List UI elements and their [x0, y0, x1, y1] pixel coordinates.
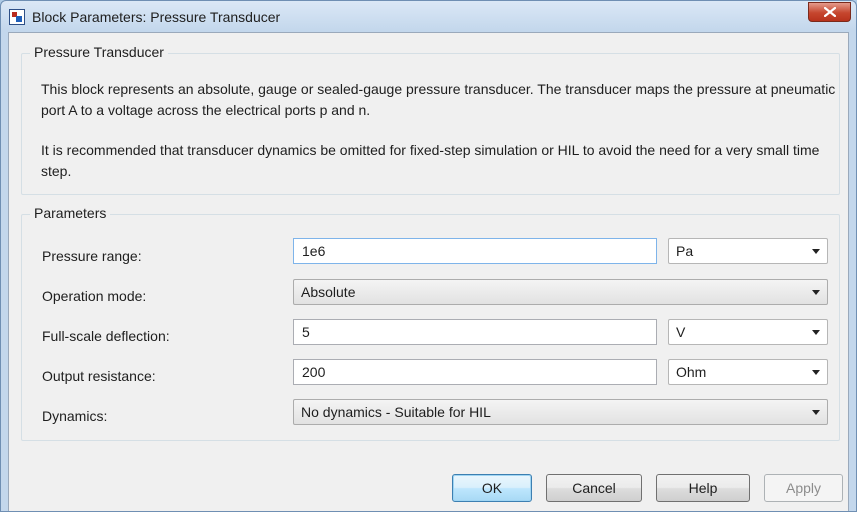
close-button[interactable]	[808, 2, 851, 22]
dynamics-value: No dynamics - Suitable for HIL	[301, 404, 491, 420]
description-legend: Pressure Transducer	[30, 44, 168, 60]
help-button[interactable]: Help	[656, 474, 750, 502]
chevron-down-icon	[812, 330, 820, 335]
pressure-range-unit-select[interactable]: Pa	[668, 238, 828, 264]
full-scale-deflection-input[interactable]: 5	[293, 319, 657, 345]
dynamics-label: Dynamics:	[42, 408, 108, 424]
pressure-range-unit: Pa	[676, 243, 694, 259]
output-resistance-label: Output resistance:	[42, 368, 156, 384]
close-icon	[824, 7, 836, 17]
chevron-down-icon	[812, 410, 820, 415]
pressure-range-input[interactable]: 1e6	[293, 238, 657, 264]
ok-button[interactable]: OK	[452, 474, 532, 502]
operation-mode-select[interactable]: Absolute	[293, 279, 828, 305]
dialog-window: Block Parameters: Pressure Transducer Pr…	[0, 0, 857, 512]
chevron-down-icon	[812, 290, 820, 295]
block-icon	[9, 9, 25, 25]
output-resistance-unit: Ohm	[676, 364, 707, 380]
chevron-down-icon	[812, 249, 820, 254]
description-group: Pressure Transducer This block represent…	[21, 44, 840, 195]
full-scale-unit-select[interactable]: V	[668, 319, 828, 345]
full-scale-deflection-label: Full-scale deflection:	[42, 328, 170, 344]
operation-mode-label: Operation mode:	[42, 288, 147, 304]
description-paragraph-1: This block represents an absolute, gauge…	[41, 81, 836, 118]
pressure-range-label: Pressure range:	[42, 248, 142, 264]
title-bar[interactable]: Block Parameters: Pressure Transducer	[1, 1, 856, 33]
parameters-legend: Parameters	[30, 205, 111, 221]
description-paragraph-2: It is recommended that transducer dynami…	[41, 142, 820, 179]
dynamics-select[interactable]: No dynamics - Suitable for HIL	[293, 399, 828, 425]
output-resistance-input[interactable]: 200	[293, 359, 657, 385]
apply-button[interactable]: Apply	[764, 474, 843, 502]
cancel-button[interactable]: Cancel	[546, 474, 642, 502]
window-title: Block Parameters: Pressure Transducer	[32, 9, 281, 25]
operation-mode-value: Absolute	[301, 284, 356, 300]
parameters-group: Parameters Pressure range: 1e6 Pa Operat…	[21, 205, 840, 441]
full-scale-unit: V	[676, 324, 686, 340]
dialog-body: Pressure Transducer This block represent…	[8, 32, 849, 511]
chevron-down-icon	[812, 370, 820, 375]
output-resistance-unit-select[interactable]: Ohm	[668, 359, 828, 385]
